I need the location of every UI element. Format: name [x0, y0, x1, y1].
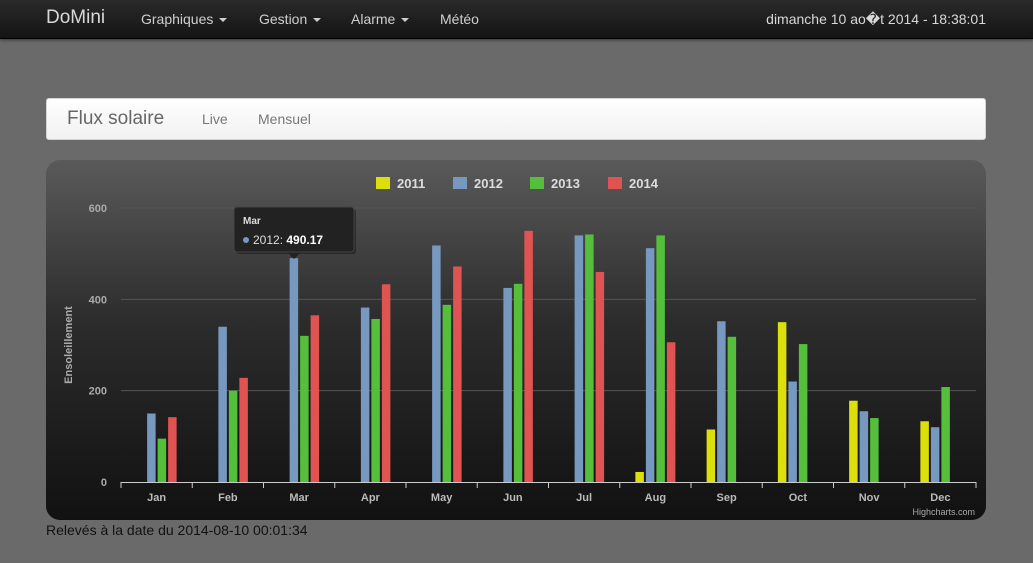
bar-2014-Mar: [310, 315, 320, 482]
bar-2014-Jul: [595, 271, 605, 482]
legend-swatch-2014: [608, 177, 622, 189]
bar-2012-Jun: [503, 287, 512, 482]
x-tick-label: Oct: [789, 492, 808, 504]
brand-logo[interactable]: DoMini: [46, 7, 105, 29]
datetime-display: dimanche 10 ao�t 2014 - 18:38:01: [766, 11, 986, 27]
bar-2012-Feb: [218, 326, 227, 482]
bar-2014-Aug: [666, 342, 676, 482]
tooltip-series-value: 490.17: [286, 233, 323, 247]
bar-2013-Nov: [870, 418, 879, 482]
tab-live[interactable]: Live: [202, 111, 228, 127]
tooltip-category: Mar: [243, 216, 261, 227]
nav-meteo-label: Météo: [440, 11, 479, 27]
legend-item-2013: 2013: [551, 176, 580, 191]
legend-swatch-2013: [530, 177, 544, 189]
legend-item-2014: 2014: [629, 176, 659, 191]
bar-2013-Jul: [585, 234, 594, 482]
chevron-down-icon: [401, 18, 410, 23]
bar-2012-Mar: [289, 258, 299, 482]
page-title: Flux solaire: [67, 108, 165, 129]
legend-swatch-2011: [376, 177, 390, 189]
tab-mensuel[interactable]: Mensuel: [258, 111, 311, 127]
x-tick-label: May: [431, 492, 453, 504]
bar-2014-Jan: [168, 417, 177, 482]
legend-item-2011: 2011: [397, 176, 425, 191]
bar-2011-Sep: [706, 429, 716, 482]
navbar: DoMini Graphiques Gestion Alarme Météo d…: [0, 0, 1033, 39]
bar-chart: 0 200 400 600 Ensoleillement Jan Feb Mar Apr May J…: [63, 176, 977, 517]
footer-timestamp: Relevés à la date du 2014-08-10 00:01:34: [46, 522, 308, 538]
x-tick-label: Aug: [645, 492, 666, 504]
x-tick-label: Jun: [503, 492, 523, 504]
tooltip-series-marker: [243, 237, 249, 243]
credits-link: Highcharts.com: [912, 507, 975, 517]
bar-2014-Jun: [524, 230, 533, 482]
bar-2012-Aug: [645, 248, 655, 482]
bar-2013-Dec: [941, 387, 950, 482]
x-tick-label: Sep: [717, 492, 737, 504]
bar-2012-Apr: [360, 307, 370, 482]
y-axis-title: Ensoleillement: [63, 306, 75, 384]
chart-tooltip: Mar 2012: 490.17: [233, 206, 356, 259]
chevron-down-icon: [219, 18, 228, 23]
bar-2012-Nov: [859, 411, 869, 482]
bar-2012-Jan: [147, 413, 156, 482]
bar-2011-Dec: [920, 421, 929, 482]
nav-alarme[interactable]: Alarme: [351, 11, 410, 27]
nav-gestion-label: Gestion: [259, 11, 308, 27]
nav-alarme-label: Alarme: [351, 11, 396, 27]
tooltip-pointer: [287, 252, 301, 259]
y-tick-label: 0: [101, 477, 107, 489]
bar-2013-Jan: [157, 438, 167, 482]
bar-2014-Feb: [239, 377, 248, 482]
bar-2011-Aug: [635, 471, 644, 482]
bar-2012-May: [432, 245, 441, 482]
bar-2011-Nov: [849, 400, 858, 482]
chart-panel: 0 200 400 600 Ensoleillement Jan Feb Mar Apr May J…: [46, 160, 986, 520]
legend-swatch-2012: [453, 177, 467, 189]
x-tick-label: Nov: [859, 492, 881, 504]
legend-item-2012: 2012: [474, 176, 503, 191]
bar-2014-May: [453, 266, 462, 482]
nav-graphiques-label: Graphiques: [141, 11, 214, 27]
x-tick-label: Apr: [361, 492, 381, 504]
bar-2013-Feb: [228, 390, 238, 482]
bar-2013-Sep: [727, 336, 737, 482]
bar-2013-Oct: [798, 344, 808, 482]
x-tick-label: Mar: [289, 492, 309, 504]
tooltip-series-name: 2012:: [253, 233, 286, 247]
y-tick-label: 400: [89, 294, 107, 306]
subnav-panel: Flux solaire Live Mensuel: [46, 98, 986, 140]
bar-2013-May: [442, 304, 452, 482]
bar-2013-Aug: [656, 235, 665, 482]
nav-graphiques[interactable]: Graphiques: [141, 11, 228, 27]
bar-2013-Jun: [513, 283, 523, 482]
bar-2012-Dec: [930, 427, 940, 482]
tooltip-value: 2012: 490.17: [253, 233, 323, 247]
x-tick-label: Jan: [147, 492, 166, 504]
bar-2013-Mar: [300, 335, 309, 482]
bar-2012-Sep: [717, 321, 726, 482]
y-tick-label: 600: [89, 203, 107, 215]
chevron-down-icon: [313, 18, 322, 23]
x-tick-label: Dec: [930, 492, 950, 504]
bar-2013-Apr: [371, 318, 380, 482]
y-tick-label: 200: [89, 386, 107, 398]
bar-2012-Oct: [788, 381, 797, 482]
bar-2012-Jul: [574, 235, 584, 482]
nav-meteo[interactable]: Météo: [440, 11, 479, 27]
bar-2011-Oct: [777, 322, 787, 482]
bar-2014-Apr: [381, 284, 391, 482]
x-tick-label: Feb: [218, 492, 238, 504]
x-tick-label: Jul: [576, 492, 592, 504]
nav-gestion[interactable]: Gestion: [259, 11, 322, 27]
